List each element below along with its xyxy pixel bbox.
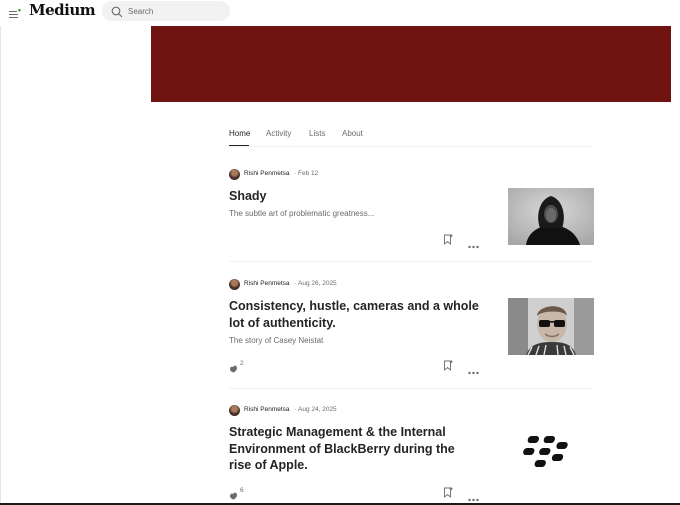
post-title[interactable]: Consistency, hustle, cameras and a whole… (229, 298, 479, 331)
tab-activity[interactable]: Activity (266, 129, 291, 138)
avatar[interactable] (229, 405, 240, 416)
post-date: Aug 24, 2025 (298, 406, 337, 413)
clap-icon (229, 487, 238, 500)
tab-lists[interactable]: Lists (309, 129, 325, 138)
avatar[interactable] (229, 279, 240, 290)
top-bar: Medium (0, 0, 680, 24)
meta-separator: · (294, 170, 297, 177)
more-options-icon[interactable] (468, 236, 479, 249)
post-date: Aug 26, 2025 (298, 280, 337, 287)
meta-separator: · (294, 280, 297, 287)
post-thumbnail[interactable] (508, 424, 594, 481)
menu-icon[interactable] (9, 6, 21, 18)
post-subtitle[interactable]: The subtle art of problematic greatness.… (229, 209, 374, 218)
more-options-icon[interactable] (468, 362, 479, 375)
post-date: Feb 12 (298, 170, 319, 177)
author-name[interactable]: Rishi Penmetsa (244, 280, 290, 287)
person-in-hoodie-photo (508, 188, 594, 245)
profile-tabs: Home Activity Lists About (229, 127, 593, 147)
left-border (0, 26, 1, 505)
bookmark-icon[interactable] (443, 358, 453, 371)
clap-count: 2 (240, 360, 244, 367)
medium-logo[interactable]: Medium (29, 1, 96, 19)
post-title[interactable]: Shady (229, 188, 479, 205)
tab-about[interactable]: About (342, 129, 363, 138)
blackberry-logo (508, 424, 594, 481)
man-with-sunglasses-photo (508, 298, 594, 355)
post-subtitle[interactable]: The story of Casey Neistat (229, 336, 323, 345)
bookmark-icon[interactable] (443, 232, 453, 245)
post-divider (229, 388, 593, 389)
post-title[interactable]: Strategic Management & the Internal Envi… (229, 424, 479, 474)
post-card[interactable]: Rishi Penmetsa · Aug 24, 2025 Strategic … (229, 405, 594, 503)
clap-icon (229, 360, 238, 373)
author-name[interactable]: Rishi Penmetsa (244, 406, 290, 413)
search-bar[interactable] (102, 1, 230, 21)
author-name[interactable]: Rishi Penmetsa (244, 170, 290, 177)
bookmark-icon[interactable] (443, 485, 453, 498)
meta-separator: · (294, 406, 297, 413)
tabs-divider (229, 146, 593, 147)
post-divider (229, 261, 593, 262)
profile-banner (151, 26, 671, 102)
clap-count: 6 (240, 487, 244, 494)
post-card[interactable]: Rishi Penmetsa · Aug 26, 2025 Consistenc… (229, 279, 594, 375)
post-thumbnail[interactable] (508, 298, 594, 355)
more-options-icon[interactable] (468, 489, 479, 502)
search-icon (111, 5, 123, 18)
avatar[interactable] (229, 169, 240, 180)
post-card[interactable]: Rishi Penmetsa · Feb 12 Shady The subtle… (229, 169, 594, 249)
search-input[interactable] (128, 3, 224, 19)
tab-home[interactable]: Home (229, 129, 250, 138)
active-tab-indicator (229, 145, 249, 146)
post-thumbnail[interactable] (508, 188, 594, 245)
